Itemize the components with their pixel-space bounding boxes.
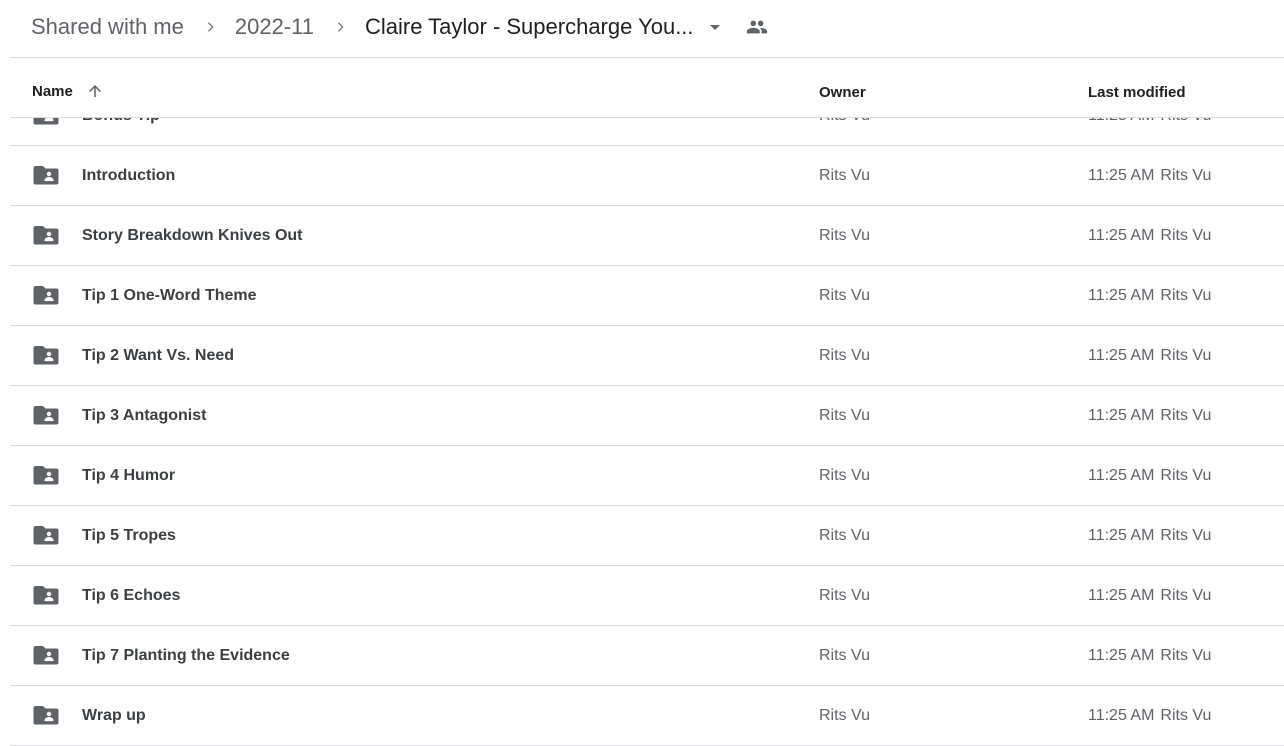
modified-time: 11:25 AM [1088,587,1155,604]
folder-row[interactable]: Tip 5 Tropes Rits Vu 11:25 AM Rits Vu [10,506,1284,566]
folder-name[interactable]: Tip 3 Antagonist [82,407,206,425]
folder-owner: Rits Vu [819,647,870,664]
modified-by: Rits Vu [1160,587,1212,604]
modified-by: Rits Vu [1160,227,1212,244]
modified-time: 11:25 AM [1088,707,1155,724]
column-header-owner: Owner [819,84,866,101]
folder-last-modified: 11:25 AM Rits Vu [1088,647,1211,665]
shared-folder-icon [33,163,59,187]
folder-last-modified: 11:25 AM Rits Vu [1088,167,1211,185]
folder-name[interactable]: Wrap up [82,707,146,725]
breadcrumb-2022-11[interactable]: 2022-11 [235,14,314,40]
folder-owner: Rits Vu [819,287,870,304]
modified-time: 11:25 AM [1088,227,1155,244]
modified-by: Rits Vu [1160,527,1212,544]
folder-last-modified: 11:25 AM Rits Vu [1088,707,1211,725]
folder-row[interactable]: Tip 1 One-Word Theme Rits Vu 11:25 AM Rit… [10,266,1284,326]
arrow-up-icon[interactable] [86,82,104,100]
folder-row[interactable]: Tip 2 Want Vs. Need Rits Vu 11:25 AM Rits… [10,326,1284,386]
folder-name[interactable]: Tip 2 Want Vs. Need [82,347,234,365]
modified-time: 11:25 AM [1088,467,1155,484]
column-header-name[interactable]: Name [32,82,104,100]
folder-row[interactable]: Story Breakdown Knives Out Rits Vu 11:25… [10,206,1284,266]
folder-owner: Rits Vu [819,707,870,724]
modified-time: 11:25 AM [1088,347,1155,364]
arrow-drop-down-icon[interactable] [702,12,728,42]
shared-folder-icon [33,523,59,547]
column-header-divider [10,117,1284,118]
folder-last-modified: 11:25 AM Rits Vu [1088,587,1211,605]
shared-folder-icon [33,703,59,727]
chevron-right-icon [327,12,353,42]
folder-row[interactable]: Introduction Rits Vu 11:25 AM Rits Vu [10,146,1284,206]
shared-folder-icon [33,583,59,607]
modified-by: Rits Vu [1160,647,1212,664]
folder-owner: Rits Vu [819,347,870,364]
breadcrumb-shared-with-me[interactable]: Shared with me [31,14,184,40]
folder-last-modified: 11:25 AM Rits Vu [1088,287,1211,305]
folder-owner: Rits Vu [819,227,870,244]
folder-row[interactable]: Wrap up Rits Vu 11:25 AM Rits Vu [10,686,1284,746]
modified-time: 11:25 AM [1088,287,1155,304]
folder-row[interactable]: Tip 6 Echoes Rits Vu 11:25 AM Rits Vu [10,566,1284,626]
folder-owner: Rits Vu [819,407,870,424]
shared-folder-icon [33,343,59,367]
shared-folder-icon [33,223,59,247]
folder-row[interactable]: Tip 4 Humor Rits Vu 11:25 AM Rits Vu [10,446,1284,506]
folder-owner: Rits Vu [819,167,870,184]
breadcrumb: Shared with me 2022-11 Claire Taylor - S… [31,12,770,42]
header: Shared with me 2022-11 Claire Taylor - S… [0,0,1284,57]
folder-name[interactable]: Story Breakdown Knives Out [82,227,303,245]
modified-by: Rits Vu [1160,707,1212,724]
people-icon[interactable] [744,12,770,42]
column-header-last-modified[interactable]: Last modified [1088,84,1186,101]
folder-name[interactable]: Introduction [82,167,175,185]
modified-by: Rits Vu [1160,287,1212,304]
modified-by: Rits Vu [1160,167,1212,184]
shared-folder-icon [33,463,59,487]
file-list: Bonus Tip Rits Vu 11:25 AMRits Vu Introd… [10,86,1284,746]
folder-name[interactable]: Tip 7 Planting the Evidence [82,647,290,665]
folder-owner: Rits Vu [819,467,870,484]
column-header-row: Name Owner Last modified [0,58,1284,117]
folder-name[interactable]: Tip 5 Tropes [82,527,176,545]
modified-by: Rits Vu [1160,347,1212,364]
modified-time: 11:25 AM [1088,527,1155,544]
folder-name[interactable]: Tip 4 Humor [82,467,175,485]
folder-last-modified: 11:25 AM Rits Vu [1088,347,1211,365]
shared-folder-icon [33,403,59,427]
modified-time: 11:25 AM [1088,647,1155,664]
folder-name[interactable]: Tip 6 Echoes [82,587,180,605]
folder-last-modified: 11:25 AM Rits Vu [1088,527,1211,545]
folder-last-modified: 11:25 AM Rits Vu [1088,227,1211,245]
modified-by: Rits Vu [1160,407,1212,424]
chevron-right-icon [197,12,223,42]
column-header-name-label: Name [32,82,73,100]
modified-time: 11:25 AM [1088,167,1155,184]
folder-row[interactable]: Tip 3 Antagonist Rits Vu 11:25 AM Rits Vu [10,386,1284,446]
folder-owner: Rits Vu [819,587,870,604]
folder-owner: Rits Vu [819,527,870,544]
folder-last-modified: 11:25 AM Rits Vu [1088,467,1211,485]
breadcrumb-current-folder[interactable]: Claire Taylor - Supercharge You... [365,14,694,40]
shared-folder-icon [33,283,59,307]
shared-folder-icon [33,643,59,667]
modified-time: 11:25 AM [1088,407,1155,424]
folder-last-modified: 11:25 AM Rits Vu [1088,407,1211,425]
folder-row[interactable]: Tip 7 Planting the Evidence Rits Vu 11:2… [10,626,1284,686]
folder-name[interactable]: Tip 1 One-Word Theme [82,287,257,305]
modified-by: Rits Vu [1160,467,1212,484]
